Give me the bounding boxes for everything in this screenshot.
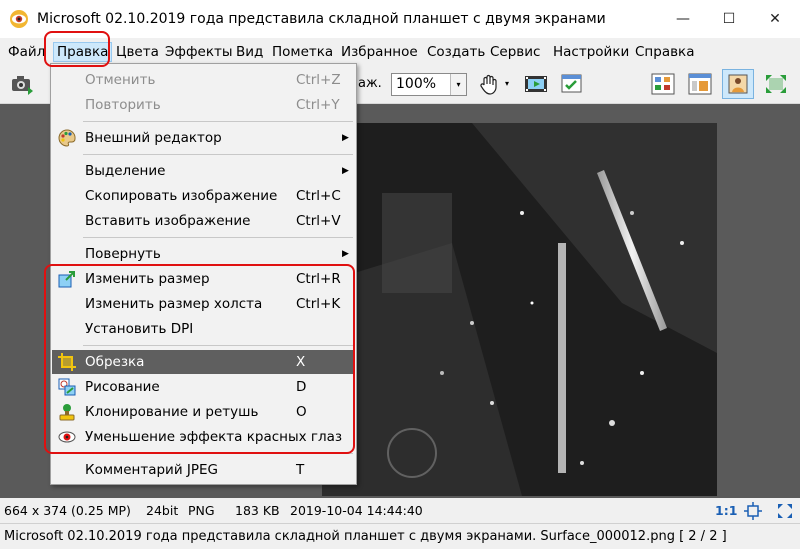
close-button[interactable]: ✕ xyxy=(752,0,798,38)
status-filesize: 183 KB xyxy=(235,503,280,518)
status-bar: 664 x 374 (0.25 MP) 24bit PNG 183 KB 201… xyxy=(0,498,800,523)
draw-icon xyxy=(58,378,76,396)
menu-bar: Файл Правка Цвета Эффекты Вид Пометка Из… xyxy=(0,38,800,66)
menu-view[interactable]: Вид xyxy=(236,42,263,62)
menu-create[interactable]: Создать xyxy=(427,42,485,62)
status-datetime: 2019-10-04 14:44:40 xyxy=(290,503,423,518)
menu-item-label: Повторить xyxy=(85,97,161,113)
menu-item-redo[interactable]: Повторить Ctrl+Y xyxy=(52,93,355,117)
menu-item-shortcut: Ctrl+V xyxy=(296,213,341,229)
menu-item-clone-retouch[interactable]: Клонирование и ретушь O xyxy=(52,400,355,424)
menu-item-shortcut: Ctrl+K xyxy=(296,296,341,312)
browser-view-icon[interactable] xyxy=(688,73,712,95)
camera-icon[interactable] xyxy=(10,73,34,95)
menu-item-shortcut: X xyxy=(296,354,306,370)
menu-item-shortcut: Ctrl+R xyxy=(296,271,341,287)
status-bitdepth: 24bit xyxy=(146,503,179,518)
menu-item-rotate[interactable]: Повернуть ▶ xyxy=(52,242,355,266)
submenu-arrow-icon: ▶ xyxy=(342,166,349,176)
menu-effects[interactable]: Эффекты xyxy=(165,42,233,62)
menu-item-label: Выделение xyxy=(85,163,166,179)
menu-tools[interactable]: Сервис xyxy=(490,42,540,62)
status-ratio[interactable]: 1:1 xyxy=(715,498,737,523)
filename-text: Microsoft 02.10.2019 года представила ск… xyxy=(4,529,727,544)
expand-icon[interactable] xyxy=(776,502,794,520)
menu-item-label: Отменить xyxy=(85,72,156,88)
app-eye-icon xyxy=(9,9,29,29)
window-title: Microsoft 02.10.2019 года представила ск… xyxy=(37,11,607,27)
edit-menu-dropdown: Отменить Ctrl+Z Повторить Ctrl+Y Внешний… xyxy=(50,63,357,485)
menu-item-label: Комментарий JPEG xyxy=(85,462,219,478)
menu-item-label: Установить DPI xyxy=(85,321,194,337)
menu-item-label: Внешний редактор xyxy=(85,130,222,146)
fullscreen-person-icon[interactable] xyxy=(722,69,754,99)
menu-item-shortcut: D xyxy=(296,379,307,395)
menu-colors[interactable]: Цвета xyxy=(116,42,159,62)
properties-icon[interactable] xyxy=(560,73,584,95)
menu-item-undo[interactable]: Отменить Ctrl+Z xyxy=(52,68,355,92)
minimize-button[interactable]: — xyxy=(660,0,706,38)
crop-icon xyxy=(58,353,76,371)
zoom-value: 100% xyxy=(396,76,437,92)
filename-bar: Microsoft 02.10.2019 года представила ск… xyxy=(0,523,800,549)
menu-item-set-dpi[interactable]: Установить DPI xyxy=(52,317,355,341)
menu-item-label: Изменить размер xyxy=(85,271,210,287)
hand-icon[interactable] xyxy=(478,73,502,95)
menu-item-label: Изменить размер холста xyxy=(85,296,263,312)
red-eye-icon xyxy=(58,428,76,446)
menu-separator xyxy=(83,154,353,155)
menu-item-draw[interactable]: Рисование D xyxy=(52,375,355,399)
photo-image xyxy=(322,123,717,496)
menu-item-external-editor[interactable]: Внешний редактор ▶ xyxy=(52,126,355,150)
menu-item-resize[interactable]: Изменить размер Ctrl+R xyxy=(52,267,355,291)
menu-item-label: Скопировать изображение xyxy=(85,188,278,204)
menu-separator xyxy=(83,121,353,122)
status-format: PNG xyxy=(188,503,215,518)
menu-item-shortcut: O xyxy=(296,404,307,420)
menu-edit[interactable]: Правка xyxy=(53,42,113,62)
menu-file[interactable]: Файл xyxy=(8,42,45,62)
menu-item-paste-image[interactable]: Вставить изображение Ctrl+V xyxy=(52,209,355,233)
menu-item-selection[interactable]: Выделение ▶ xyxy=(52,159,355,183)
menu-item-shortcut: T xyxy=(296,462,305,478)
menu-item-label: Уменьшение эффекта красных глаз xyxy=(85,429,343,445)
menu-item-label: Вставить изображение xyxy=(85,213,251,229)
menu-item-label: Повернуть xyxy=(85,246,161,262)
menu-item-label: Клонирование и ретушь xyxy=(85,404,259,420)
menu-mark[interactable]: Пометка xyxy=(272,42,333,62)
zoom-select[interactable]: 100% ▾ xyxy=(391,73,467,96)
submenu-arrow-icon: ▶ xyxy=(342,249,349,259)
menu-item-red-eye[interactable]: Уменьшение эффекта красных глаз xyxy=(52,425,355,449)
menu-settings[interactable]: Настройки xyxy=(553,42,629,62)
menu-item-label: Рисование xyxy=(85,379,160,395)
menu-item-shortcut: Ctrl+Y xyxy=(296,97,340,113)
maximize-button[interactable]: ☐ xyxy=(706,0,752,38)
menu-favorites[interactable]: Избранное xyxy=(341,42,418,62)
resize-icon xyxy=(58,270,76,288)
hand-dropdown-chevron-icon[interactable]: ▾ xyxy=(505,73,515,95)
zoom-dropdown-chevron-icon[interactable]: ▾ xyxy=(450,74,466,95)
clone-stamp-icon xyxy=(58,403,76,421)
toolbar-partial-label: аж. xyxy=(358,76,382,91)
fit-icon[interactable] xyxy=(744,502,762,520)
menu-item-jpeg-comment[interactable]: Комментарий JPEG T xyxy=(52,458,355,482)
menu-item-shortcut: Ctrl+Z xyxy=(296,72,341,88)
menu-item-label: Обрезка xyxy=(85,354,145,370)
status-dimensions: 664 x 374 (0.25 MP) xyxy=(4,503,131,518)
slideshow-icon[interactable] xyxy=(524,73,548,95)
menu-item-crop[interactable]: Обрезка X xyxy=(52,350,355,374)
menu-item-copy-image[interactable]: Скопировать изображение Ctrl+C xyxy=(52,184,355,208)
menu-item-shortcut: Ctrl+C xyxy=(296,188,341,204)
title-bar: Microsoft 02.10.2019 года представила ск… xyxy=(0,0,800,38)
submenu-arrow-icon: ▶ xyxy=(342,133,349,143)
menu-separator xyxy=(83,453,353,454)
menu-separator xyxy=(83,345,353,346)
thumbnails-view-icon[interactable] xyxy=(651,73,675,95)
menu-item-resize-canvas[interactable]: Изменить размер холста Ctrl+K xyxy=(52,292,355,316)
fit-window-icon[interactable] xyxy=(764,73,788,95)
menu-help[interactable]: Справка xyxy=(635,42,694,62)
palette-icon xyxy=(58,129,76,147)
menu-separator xyxy=(83,237,353,238)
